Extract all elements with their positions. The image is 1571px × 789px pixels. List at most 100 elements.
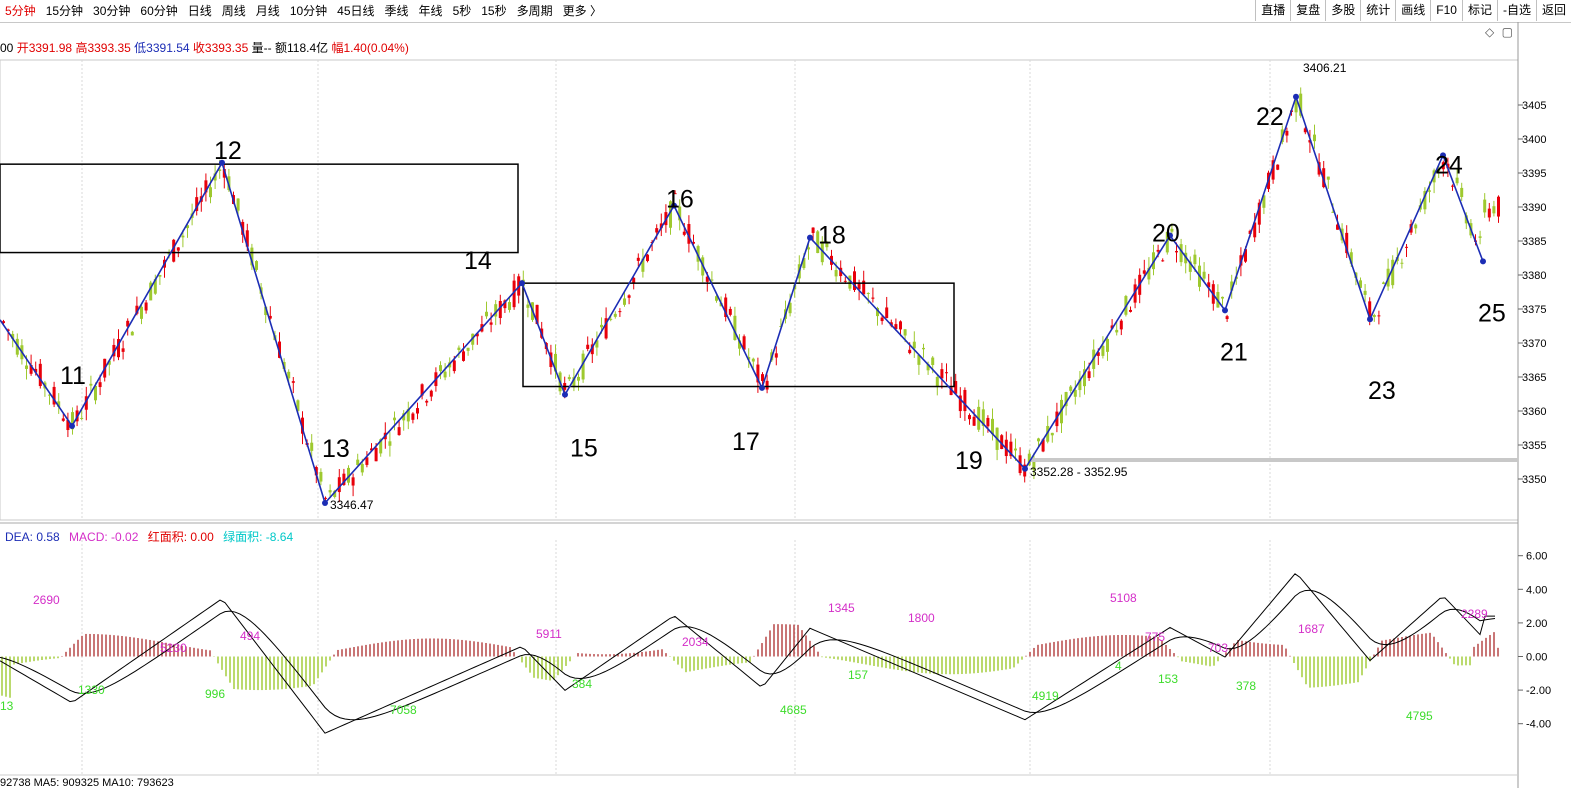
candle-body [38, 363, 42, 387]
dif-line [0, 573, 1495, 734]
candle-body [1497, 196, 1500, 217]
candle-body [1276, 164, 1280, 170]
price-tick-label: 3405 [1522, 100, 1546, 112]
candle-body [1087, 371, 1091, 379]
candle-body [388, 441, 392, 446]
price-tick-label: 3360 [1522, 406, 1546, 418]
candle-body [1225, 316, 1229, 320]
candle-body [972, 416, 976, 426]
price-tick-label: 3395 [1522, 168, 1546, 180]
macd-tick-label: -2.00 [1526, 685, 1551, 697]
candle-body [176, 247, 180, 251]
candle-body [328, 490, 332, 493]
wave-label: 19 [955, 447, 983, 475]
candle-body [181, 235, 185, 238]
candle-body [903, 329, 907, 336]
macd-value-label: 5108 [1110, 591, 1137, 605]
wave-label: 17 [732, 428, 760, 456]
wave-label: 14 [464, 247, 492, 275]
candle-body [1492, 206, 1496, 214]
candle-body [462, 351, 465, 361]
candle-body [1377, 315, 1381, 317]
candle-body [986, 417, 990, 427]
macd-tick-label: -4.00 [1526, 719, 1551, 731]
wave-pivot-marker [519, 280, 525, 287]
price-tick-label: 3370 [1522, 338, 1546, 350]
consolidation-box [0, 163, 519, 254]
candle-body [899, 321, 902, 330]
candle-body [655, 228, 659, 233]
macd-value-label: 1687 [1298, 622, 1325, 636]
kline-chart[interactable]: 3350 3355 3360 3365 3370 3375 3380 3385 3390 3395… [0, 0, 1571, 788]
wave-pivot-marker [759, 384, 765, 391]
candle-body [682, 231, 686, 235]
candle-body [255, 261, 258, 270]
wave-pivot-marker [1222, 307, 1228, 314]
candle-body [871, 297, 875, 299]
candle-body [577, 376, 580, 381]
macd-histogram-group [1, 624, 1499, 698]
candle-body [457, 347, 461, 351]
macd-tick-label: 4.00 [1526, 584, 1547, 596]
candle-body [508, 302, 511, 310]
candle-body [636, 257, 640, 261]
candle-body [1451, 185, 1454, 187]
macd-tick-label: 0.00 [1526, 652, 1547, 664]
candle-body [485, 311, 488, 317]
wave-label: 21 [1220, 338, 1248, 366]
candle-body [360, 464, 364, 473]
candle-body [811, 227, 815, 233]
candle-body [908, 349, 912, 354]
candle-body [1363, 290, 1367, 295]
candle-body [968, 415, 971, 420]
candle-body [144, 302, 148, 311]
candle-body [646, 254, 649, 262]
candle-body [351, 477, 355, 486]
wave-label: 20 [1152, 220, 1180, 248]
wave-label: 22 [1256, 103, 1284, 131]
candle-body [1202, 271, 1206, 279]
candle-body [751, 358, 755, 362]
wave-pivot-marker [69, 422, 75, 429]
candle-body [140, 306, 143, 319]
candle-body [945, 372, 948, 374]
low-annotation: 3352.28 - 3352.95 [1030, 465, 1128, 479]
candle-body [1478, 236, 1482, 238]
wave-label: 13 [322, 435, 350, 463]
wave-pivot-marker [1293, 93, 1299, 100]
wave-pivot-marker [562, 391, 568, 398]
candle-body [98, 382, 102, 388]
macd-value-label: 1330 [78, 683, 105, 697]
candle-body [291, 381, 295, 383]
candle-body [1428, 190, 1431, 192]
candle-body [337, 477, 341, 493]
macd-value-label: 378 [1236, 679, 1256, 693]
candle-body [1069, 386, 1073, 391]
candle-body [613, 313, 617, 317]
macd-legend: DEA: 0.58 MACD: -0.02 红面积: 0.00 绿面积: -8.… [5, 528, 299, 545]
price-tick-label: 3380 [1522, 270, 1546, 282]
wave-label: 25 [1478, 299, 1506, 327]
candle-body [1221, 296, 1224, 299]
macd-value-label: 157 [848, 668, 868, 682]
dea-value: DEA: 0.58 [5, 530, 60, 544]
wave-pivot-marker [807, 234, 813, 241]
candle-body [429, 390, 433, 397]
candle-body [774, 353, 778, 358]
candle-body [885, 307, 889, 319]
wave-label: 16 [666, 186, 694, 214]
candle-body [935, 377, 939, 386]
candle-body [209, 187, 212, 198]
candle-body [466, 347, 470, 351]
candle-body [236, 198, 240, 211]
candle-body [393, 417, 396, 421]
candle-body [1405, 246, 1408, 248]
candle-body [158, 274, 162, 277]
macd-value-label: 1800 [908, 611, 935, 625]
candle-body [761, 374, 764, 381]
macd-value-label: 1345 [828, 601, 855, 615]
candle-body [922, 347, 925, 350]
candle-body [1101, 345, 1105, 356]
candle-body [586, 344, 590, 349]
wave-label: 12 [214, 137, 242, 165]
